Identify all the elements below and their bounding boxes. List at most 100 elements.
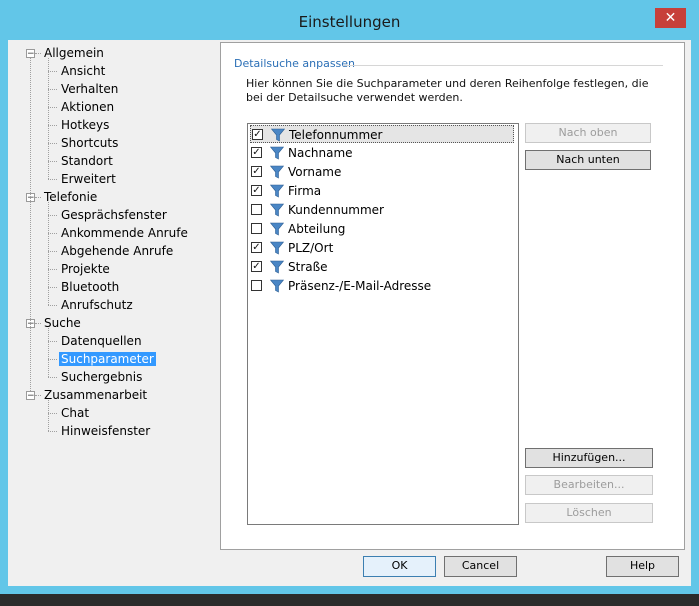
close-button[interactable]: ✕ [655, 8, 686, 28]
group-title: Detailsuche anpassen [234, 57, 356, 70]
tree-connector [48, 251, 57, 252]
search-parameter-list[interactable]: ✓ Telefonnummer ✓ Nachname ✓ Vorname ✓ Firma Kun… [247, 123, 519, 525]
collapse-icon[interactable]: − [26, 49, 35, 59]
tree-connector [48, 125, 57, 126]
tree-item[interactable]: Ansicht [59, 63, 107, 80]
tree-connector [48, 58, 49, 179]
tree-item-label: Gesprächsfenster [61, 208, 167, 222]
parameter-checkbox[interactable]: ✓ [251, 242, 262, 253]
dialog-client: Allgemein − Ansicht Verhalten Aktionen Hotkey… [8, 40, 691, 586]
parameter-label: Straße [288, 260, 328, 274]
tree-item[interactable]: Bluetooth [59, 279, 121, 296]
tree-connector [48, 341, 57, 342]
parameter-checkbox[interactable] [251, 204, 262, 215]
tree-item[interactable]: Standort [59, 153, 115, 170]
tree-item[interactable]: Chat [59, 405, 91, 422]
tree-connector [35, 395, 41, 396]
help-button[interactable]: Help [606, 556, 679, 577]
tree-connector [48, 431, 57, 432]
tree-connector [48, 233, 57, 234]
tree-group[interactable]: Allgemein [42, 45, 106, 62]
tree-connector [48, 305, 57, 306]
tree-item[interactable]: Abgehende Anrufe [59, 243, 175, 260]
funnel-icon [270, 279, 284, 293]
funnel-icon [270, 184, 284, 198]
parameter-item[interactable]: Abteilung [250, 220, 514, 238]
move-up-button[interactable]: Nach oben [525, 123, 651, 143]
tree-group[interactable]: Zusammenarbeit [42, 387, 149, 404]
tree-item[interactable]: Erweitert [59, 171, 118, 188]
parameter-label: Firma [288, 184, 322, 198]
tree-connector [48, 71, 57, 72]
tree-item[interactable]: Hotkeys [59, 117, 111, 134]
tree-connector [35, 53, 41, 54]
tree-item-label: Ansicht [61, 64, 106, 78]
tree-item[interactable]: Anrufschutz [59, 297, 135, 314]
tree-connector [48, 143, 57, 144]
parameter-item[interactable]: ✓ Firma [250, 182, 514, 200]
tree-item-label: Anrufschutz [61, 298, 133, 312]
tree-item[interactable]: Hinweisfenster [59, 423, 152, 440]
tree-item[interactable]: Projekte [59, 261, 112, 278]
delete-button[interactable]: Löschen [525, 503, 653, 523]
tree-item-label: Datenquellen [61, 334, 142, 348]
tree-connector [48, 287, 57, 288]
edit-button[interactable]: Bearbeiten... [525, 475, 653, 495]
funnel-icon [270, 222, 284, 236]
parameter-checkbox[interactable] [251, 280, 262, 291]
tree-item[interactable]: Datenquellen [59, 333, 144, 350]
tree-item-label: Zusammenarbeit [44, 388, 148, 402]
tree-item-label: Erweitert [61, 172, 116, 186]
parameter-item[interactable]: ✓ Nachname [250, 144, 514, 162]
tree-item[interactable]: Ankommende Anrufe [59, 225, 190, 242]
tree-item[interactable]: Aktionen [59, 99, 116, 116]
parameter-item[interactable]: ✓ Vorname [250, 163, 514, 181]
parameter-label: Vorname [288, 165, 342, 179]
parameter-label: Telefonnummer [289, 128, 383, 142]
tree-item[interactable]: Suchergebnis [59, 369, 144, 386]
tree-item-label: Suchparameter [59, 352, 156, 366]
move-down-button[interactable]: Nach unten [525, 150, 651, 170]
tree-connector [48, 359, 57, 360]
funnel-icon [270, 241, 284, 255]
parameter-item[interactable]: Kundennummer [250, 201, 514, 219]
tree-item[interactable]: Gesprächsfenster [59, 207, 169, 224]
tree-item-label: Verhalten [61, 82, 119, 96]
collapse-icon[interactable]: − [26, 391, 35, 401]
parameter-checkbox[interactable]: ✓ [252, 129, 263, 140]
tree-item[interactable]: Shortcuts [59, 135, 120, 152]
parameter-label: PLZ/Ort [288, 241, 334, 255]
parameter-label: Kundennummer [288, 203, 384, 217]
parameter-item[interactable]: ✓ Telefonnummer [250, 125, 514, 143]
tree-item[interactable]: Suchparameter [59, 351, 156, 368]
parameter-item[interactable]: ✓ PLZ/Ort [250, 239, 514, 257]
parameter-checkbox[interactable]: ✓ [251, 147, 262, 158]
settings-tree: Allgemein − Ansicht Verhalten Aktionen Hotkey… [20, 40, 210, 510]
tree-connector [48, 89, 57, 90]
description-text: Hier können Sie die Suchparameter und de… [246, 77, 649, 104]
add-button[interactable]: Hinzufügen... [525, 448, 653, 468]
parameter-checkbox[interactable]: ✓ [251, 261, 262, 272]
parameter-label: Nachname [288, 146, 353, 160]
title-bar[interactable]: Einstellungen ✕ [0, 0, 699, 40]
parameter-checkbox[interactable]: ✓ [251, 166, 262, 177]
tree-connector [48, 215, 57, 216]
funnel-icon [270, 146, 284, 160]
ok-button[interactable]: OK [363, 556, 436, 577]
tree-item-label: Hotkeys [61, 118, 110, 132]
parameter-label: Präsenz-/E-Mail-Adresse [288, 279, 432, 293]
parameter-checkbox[interactable]: ✓ [251, 185, 262, 196]
tree-group[interactable]: Telefonie [42, 189, 99, 206]
parameter-checkbox[interactable] [251, 223, 262, 234]
tree-connector [48, 179, 57, 180]
tree-item-label: Hinweisfenster [61, 424, 151, 438]
tree-connector [35, 323, 41, 324]
tree-item[interactable]: Verhalten [59, 81, 120, 98]
parameter-item[interactable]: Präsenz-/E-Mail-Adresse [250, 277, 514, 295]
tree-item-label: Ankommende Anrufe [61, 226, 188, 240]
tree-item-label: Chat [61, 406, 90, 420]
tree-item-label: Aktionen [61, 100, 115, 114]
parameter-item[interactable]: ✓ Straße [250, 258, 514, 276]
cancel-button[interactable]: Cancel [444, 556, 517, 577]
tree-item-label: Standort [61, 154, 113, 168]
